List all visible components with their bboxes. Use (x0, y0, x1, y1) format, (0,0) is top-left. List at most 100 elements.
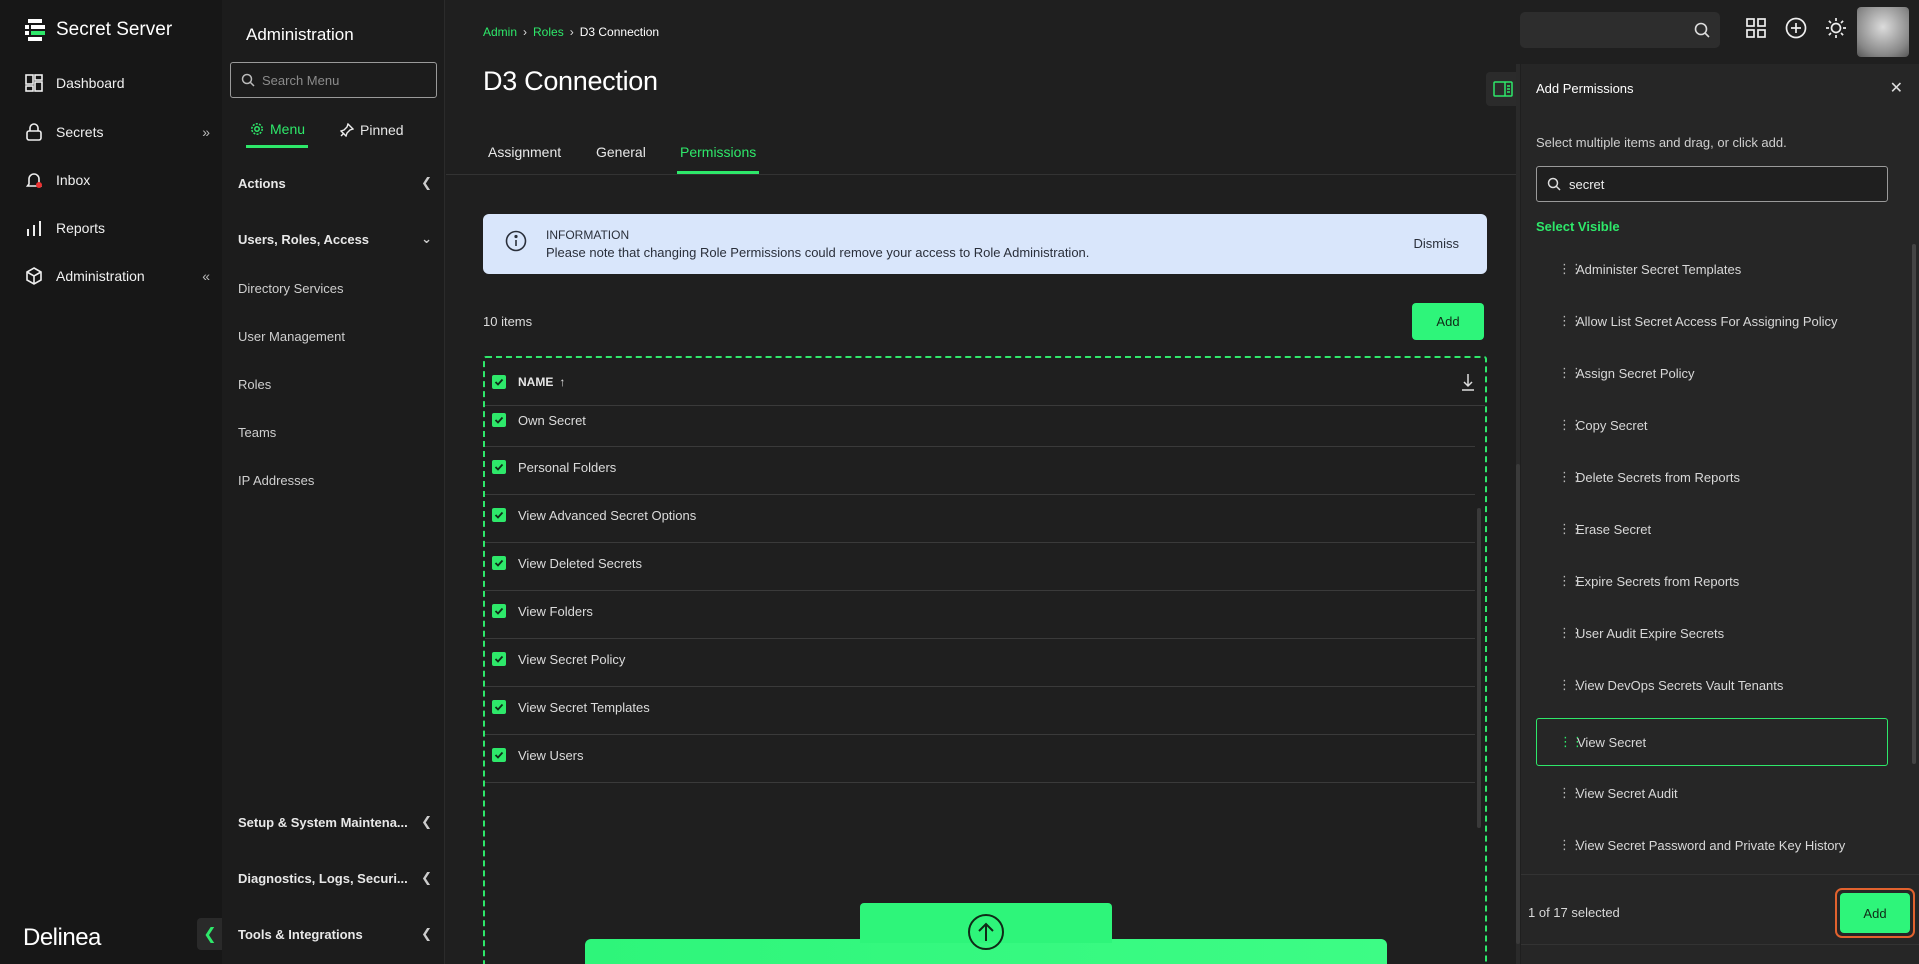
list-item[interactable]: ⋮⋮ Assign Secret Policy (1536, 349, 1888, 397)
table-row[interactable]: View Secret Templates (485, 687, 1475, 735)
list-item[interactable]: ⋮⋮ Copy Secret (1536, 401, 1888, 449)
avatar[interactable] (1857, 7, 1909, 57)
drag-handle-icon[interactable]: ⋮⋮ (1536, 677, 1583, 693)
drag-handle-icon[interactable]: ⋮⋮ (1536, 573, 1583, 589)
grid-scrollbar[interactable] (1477, 508, 1481, 828)
permission-search-input[interactable]: secret (1536, 166, 1888, 202)
drop-zone-tab[interactable] (860, 903, 1112, 950)
menu-link-roles[interactable]: Roles (238, 377, 271, 392)
permissions-grid[interactable]: NAME ↑ Own Secret Personal Folders View … (483, 356, 1487, 964)
list-item[interactable]: ⋮⋮ Delete Secrets from Reports (1536, 453, 1888, 501)
row-checkbox[interactable] (492, 604, 506, 618)
list-item-label: View Secret (1577, 734, 1647, 750)
panel-toggle-button[interactable] (1486, 72, 1520, 106)
global-search-input[interactable] (1520, 12, 1720, 48)
menu-group-tools[interactable]: Tools & Integrations ❮ (238, 926, 438, 942)
drag-handle-icon[interactable]: ⋮⋮ (1536, 837, 1583, 853)
nav-administration[interactable]: Administration « (24, 266, 210, 286)
dismiss-button[interactable]: Dismiss (1414, 236, 1460, 251)
menu-group-users-roles-access[interactable]: Users, Roles, Access ⌄ (238, 231, 438, 247)
close-icon[interactable]: ✕ (1890, 78, 1903, 98)
panel-splitter[interactable] (1516, 64, 1520, 964)
row-checkbox[interactable] (492, 652, 506, 666)
add-circle-icon[interactable] (1785, 17, 1807, 39)
list-item[interactable]: ⋮⋮ Administer Secret Templates (1536, 245, 1888, 293)
check-icon (494, 655, 504, 663)
menu-link-teams[interactable]: Teams (238, 425, 276, 440)
brand[interactable]: Secret Server (24, 18, 172, 42)
select-all-checkbox[interactable] (492, 375, 506, 389)
menu-group-actions[interactable]: Actions ❮ (238, 175, 438, 191)
breadcrumb-admin[interactable]: Admin (483, 25, 517, 39)
drag-handle-icon[interactable]: ⋮⋮ (1537, 734, 1584, 750)
row-checkbox[interactable] (492, 413, 506, 427)
drag-handle-icon[interactable]: ⋮⋮ (1536, 261, 1583, 277)
drag-handle-icon[interactable]: ⋮⋮ (1536, 469, 1583, 485)
nav-reports[interactable]: Reports (24, 218, 210, 238)
panel-add-button[interactable]: Add (1840, 893, 1910, 933)
menu-search-input[interactable]: Search Menu (230, 62, 437, 98)
list-item[interactable]: ⋮⋮ User Audit Expire Secrets (1536, 609, 1888, 657)
row-checkbox[interactable] (492, 508, 506, 522)
list-item-selected[interactable]: ⋮⋮ View Secret (1536, 718, 1888, 766)
apps-grid-icon[interactable] (1745, 17, 1767, 39)
sun-icon[interactable] (1825, 17, 1847, 39)
tab-pinned[interactable]: Pinned (340, 112, 404, 148)
menu-group-setup[interactable]: Setup & System Maintena... ❮ (238, 814, 438, 830)
add-button[interactable]: Add (1412, 303, 1484, 340)
nav-inbox-label: Inbox (56, 172, 91, 188)
tab-general[interactable]: General (596, 144, 646, 174)
splitter-scroll-thumb[interactable] (1516, 464, 1520, 944)
row-checkbox[interactable] (492, 556, 506, 570)
table-row[interactable]: View Folders (485, 591, 1475, 639)
nav-secrets[interactable]: Secrets » (24, 122, 210, 142)
check-icon (494, 511, 504, 519)
collapse-sidebar-button[interactable]: ❮ (197, 918, 223, 950)
list-item[interactable]: ⋮⋮ Allow List Secret Access For Assigning… (1536, 297, 1888, 345)
list-item[interactable]: ⋮⋮ Expire Secrets from Reports (1536, 557, 1888, 605)
add-permissions-panel: Add Permissions ✕ Select multiple items … (1521, 64, 1919, 964)
drag-handle-icon[interactable]: ⋮⋮ (1536, 313, 1583, 329)
drag-handle-icon[interactable]: ⋮⋮ (1536, 417, 1583, 433)
breadcrumb: Admin › Roles › D3 Connection (483, 25, 659, 39)
tab-assignment[interactable]: Assignment (488, 144, 561, 174)
expand-icon[interactable]: » (202, 124, 210, 140)
table-row[interactable]: View Users (485, 735, 1475, 783)
check-icon (494, 463, 504, 471)
drag-handle-icon[interactable]: ⋮⋮ (1536, 625, 1583, 641)
list-item[interactable]: ⋮⋮ Erase Secret (1536, 505, 1888, 553)
bell-icon (25, 173, 43, 188)
menu-group-users-label: Users, Roles, Access (238, 231, 370, 247)
drag-handle-icon[interactable]: ⋮⋮ (1536, 521, 1583, 537)
table-row[interactable]: Personal Folders (485, 447, 1475, 495)
menu-group-actions-label: Actions (238, 175, 286, 191)
menu-link-directory-services[interactable]: Directory Services (238, 281, 343, 296)
breadcrumb-roles[interactable]: Roles (533, 25, 564, 39)
row-checkbox[interactable] (492, 700, 506, 714)
menu-group-diagnostics[interactable]: Diagnostics, Logs, Securi... ❮ (238, 870, 438, 886)
nav-inbox[interactable]: Inbox (24, 170, 210, 190)
drag-handle-icon[interactable]: ⋮⋮ (1536, 365, 1583, 381)
menu-link-ip-addresses[interactable]: IP Addresses (238, 473, 314, 488)
arrow-up-circle-icon (968, 914, 1004, 950)
list-item[interactable]: ⋮⋮ View DevOps Secrets Vault Tenants (1536, 661, 1888, 709)
list-item[interactable]: ⋮⋮ View Secret Password and Private Key H… (1536, 821, 1888, 869)
download-icon[interactable] (1461, 373, 1475, 391)
table-row[interactable]: View Advanced Secret Options (485, 495, 1475, 543)
nav-dashboard[interactable]: Dashboard (24, 73, 210, 93)
dashboard-icon (25, 74, 43, 92)
table-row[interactable]: Own Secret (485, 406, 1475, 447)
drag-handle-icon[interactable]: ⋮⋮ (1536, 785, 1583, 801)
select-visible-link[interactable]: Select Visible (1536, 219, 1620, 234)
list-item[interactable]: ⋮⋮ View Secret Audit (1536, 769, 1888, 817)
table-row[interactable]: View Deleted Secrets (485, 543, 1475, 591)
menu-link-user-management[interactable]: User Management (238, 329, 345, 344)
collapse-icon[interactable]: « (202, 268, 210, 284)
column-header-name[interactable]: NAME ↑ (518, 375, 565, 389)
table-row[interactable]: View Secret Policy (485, 639, 1475, 687)
tab-permissions[interactable]: Permissions (677, 144, 760, 174)
row-checkbox[interactable] (492, 748, 506, 762)
row-checkbox[interactable] (492, 460, 506, 474)
panel-scrollbar[interactable] (1912, 244, 1916, 764)
tab-menu[interactable]: Menu (246, 112, 308, 148)
